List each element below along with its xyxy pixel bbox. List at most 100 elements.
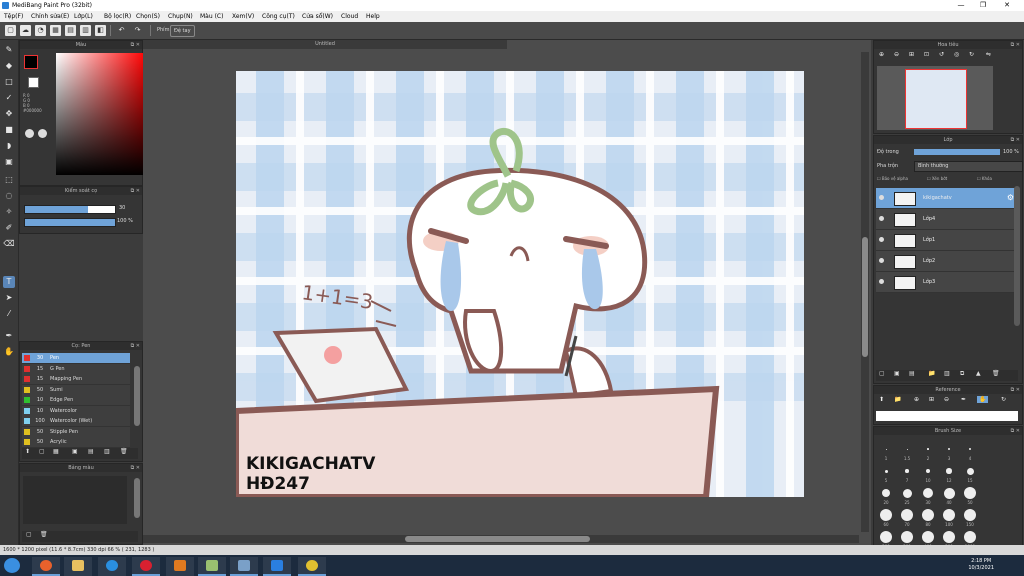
layer-merge-icon[interactable]: ▥ xyxy=(944,370,950,377)
rotate-reset-icon[interactable]: ◎ xyxy=(954,51,959,58)
brush-size-dot[interactable] xyxy=(905,469,909,473)
brush-size-dot[interactable] xyxy=(902,488,912,498)
dropper-tool-icon[interactable]: ⁄ xyxy=(3,308,15,320)
eyedropper-icon[interactable]: ✒ xyxy=(3,330,15,342)
brush-settings-icon[interactable]: ▣ xyxy=(72,448,78,455)
menu-tools[interactable]: Công cụ(T) xyxy=(262,13,295,20)
chat-icon[interactable]: ◔ xyxy=(35,25,46,36)
layer-folder-icon[interactable]: 📁 xyxy=(928,370,935,377)
new-brush-icon[interactable]: ▢ xyxy=(39,448,45,455)
rect-fill-icon[interactable]: ■ xyxy=(3,124,15,136)
cloud-icon[interactable]: ☁ xyxy=(20,25,31,36)
zoom-out-icon[interactable]: ⊖ xyxy=(894,51,899,58)
layer-row[interactable]: Lớp3 xyxy=(876,272,1018,293)
gradient-tool-icon[interactable]: ▣ xyxy=(3,156,15,168)
flip-icon[interactable]: ⇋ xyxy=(986,51,991,58)
menu-filter[interactable]: Bộ lọc(R) xyxy=(104,13,131,20)
new-halftone-layer-icon[interactable]: ▣ xyxy=(894,370,900,377)
ref-folder-icon[interactable]: 📁 xyxy=(894,396,901,403)
ref-dropper-icon[interactable]: ✒ xyxy=(961,396,966,403)
brush-size-dot[interactable] xyxy=(882,489,890,497)
menu-color[interactable]: Màu (C) xyxy=(200,13,223,20)
stabilizer-button[interactable]: Đệ tay xyxy=(170,25,195,37)
ref-refresh-icon[interactable]: ↻ xyxy=(1001,396,1006,403)
horizontal-scrollbar-thumb[interactable] xyxy=(405,536,590,542)
mirror-icon[interactable]: ◧ xyxy=(95,25,106,36)
brush-list-item[interactable]: 50 Sumi xyxy=(22,384,130,396)
brush-list-item[interactable]: 10 Edge Pen xyxy=(22,395,130,406)
panel-controls-icon[interactable]: ⧉ ✕ xyxy=(131,187,140,195)
layer-scrollbar[interactable] xyxy=(1014,186,1020,326)
redo-icon[interactable]: ↷ xyxy=(132,25,143,36)
menu-file[interactable]: Tệp(F) xyxy=(4,13,23,20)
firefox-task[interactable] xyxy=(32,557,60,576)
swatch-scrollbar[interactable] xyxy=(134,478,140,518)
layer-delete-icon[interactable]: 🗑 xyxy=(992,370,1000,377)
opera-task[interactable] xyxy=(132,557,160,576)
brush-size-dot[interactable] xyxy=(968,447,972,451)
undo-icon[interactable]: ↶ xyxy=(116,25,127,36)
foreground-color-swatch[interactable] xyxy=(24,55,38,69)
shape-tool-icon[interactable]: □ xyxy=(3,76,15,88)
ref-upload-icon[interactable]: ⬆ xyxy=(879,396,884,403)
brush-size-dot[interactable] xyxy=(884,469,888,473)
brush-size-slider[interactable] xyxy=(24,205,116,214)
text-tool-icon[interactable]: T xyxy=(3,276,15,288)
brush-list-item[interactable]: 15 G Pen xyxy=(22,363,130,375)
panel-controls-icon[interactable]: ⧉ ✕ xyxy=(1011,386,1020,394)
media-task[interactable] xyxy=(166,557,194,576)
maximize-button[interactable]: ❐ xyxy=(974,0,992,11)
brush-list-item[interactable]: 50 Stipple Pen xyxy=(22,426,130,438)
brush-size-dot[interactable] xyxy=(943,531,955,543)
panel-controls-icon[interactable]: ⧉ ✕ xyxy=(131,464,140,472)
select-pen-icon[interactable]: ✐ xyxy=(3,222,15,234)
menu-view[interactable]: Xem(V) xyxy=(232,13,254,20)
visibility-eye-icon[interactable] xyxy=(879,258,884,263)
ref-zoom-out-icon[interactable]: ⊖ xyxy=(944,396,949,403)
layer-row[interactable]: kikigachatv ⚙ xyxy=(876,188,1018,209)
layer-up-icon[interactable]: ▲ xyxy=(976,370,981,377)
brush-size-dot[interactable] xyxy=(925,468,931,474)
system-clock[interactable]: 2:18 PM 10/3/2021 xyxy=(968,558,994,572)
clipping-checkbox[interactable]: ☐ Xén bớt xyxy=(927,176,947,181)
layer-row[interactable]: Lớp4 xyxy=(876,209,1018,230)
brush-menu-icon[interactable]: ▦ xyxy=(53,448,59,455)
layer-opacity-slider[interactable] xyxy=(914,149,1000,155)
brush-size-dot[interactable] xyxy=(880,531,892,543)
brush-size-dot[interactable] xyxy=(927,448,929,450)
vertical-scrollbar-thumb[interactable] xyxy=(862,237,868,357)
brush-duplicate-icon[interactable]: ▥ xyxy=(104,448,110,455)
canvas-area[interactable]: Untitled 1+1=3 KIKIGACHATV HĐ247 xyxy=(143,40,871,545)
select-rect-icon[interactable]: ⬚ xyxy=(3,174,15,186)
brush-size-dot[interactable] xyxy=(880,509,892,521)
chrome-task[interactable] xyxy=(298,557,326,576)
brush-size-dot[interactable] xyxy=(946,468,952,474)
start-icon[interactable] xyxy=(4,558,20,573)
add-brush-icon[interactable]: ⬆ xyxy=(25,448,30,455)
panel-controls-icon[interactable]: ⧉ ✕ xyxy=(1011,136,1020,144)
brush-list-item[interactable]: 15 Mapping Pen xyxy=(22,374,130,385)
reference-view[interactable] xyxy=(876,411,1018,421)
explorer-task[interactable] xyxy=(64,557,92,576)
zoom-in-icon[interactable]: ⊕ xyxy=(879,51,884,58)
brush-tool-icon[interactable]: ✎ xyxy=(3,44,15,56)
layer-menu-icon[interactable]: ▤ xyxy=(909,370,915,377)
brush-list-item[interactable]: 10 Watercolor xyxy=(22,405,130,417)
bucket-tool-icon[interactable]: ◗ xyxy=(3,140,15,152)
snap-icon[interactable]: ▥ xyxy=(80,25,91,36)
menu-layer[interactable]: Lớp(L) xyxy=(74,13,93,20)
new-file-icon[interactable]: ▢ xyxy=(5,25,16,36)
brush-list-scrollbar[interactable] xyxy=(134,366,140,426)
menu-cloud[interactable]: Cloud xyxy=(341,13,358,20)
ref-zoom-in-icon[interactable]: ⊕ xyxy=(914,396,919,403)
grid-icon[interactable]: ▦ xyxy=(50,25,61,36)
brush-size-dot[interactable] xyxy=(964,531,976,543)
brush-size-dot[interactable] xyxy=(922,509,934,521)
lasso-tool-icon[interactable]: ◌ xyxy=(3,190,15,202)
layer-row[interactable]: Lớp1 xyxy=(876,230,1018,251)
eyedrop-color-icon[interactable] xyxy=(38,129,47,138)
visibility-eye-icon[interactable] xyxy=(879,216,884,221)
network-task[interactable] xyxy=(230,557,258,576)
menu-select[interactable]: Chọn(S) xyxy=(136,13,160,20)
hand-tool-icon[interactable]: ✋ xyxy=(3,346,15,358)
